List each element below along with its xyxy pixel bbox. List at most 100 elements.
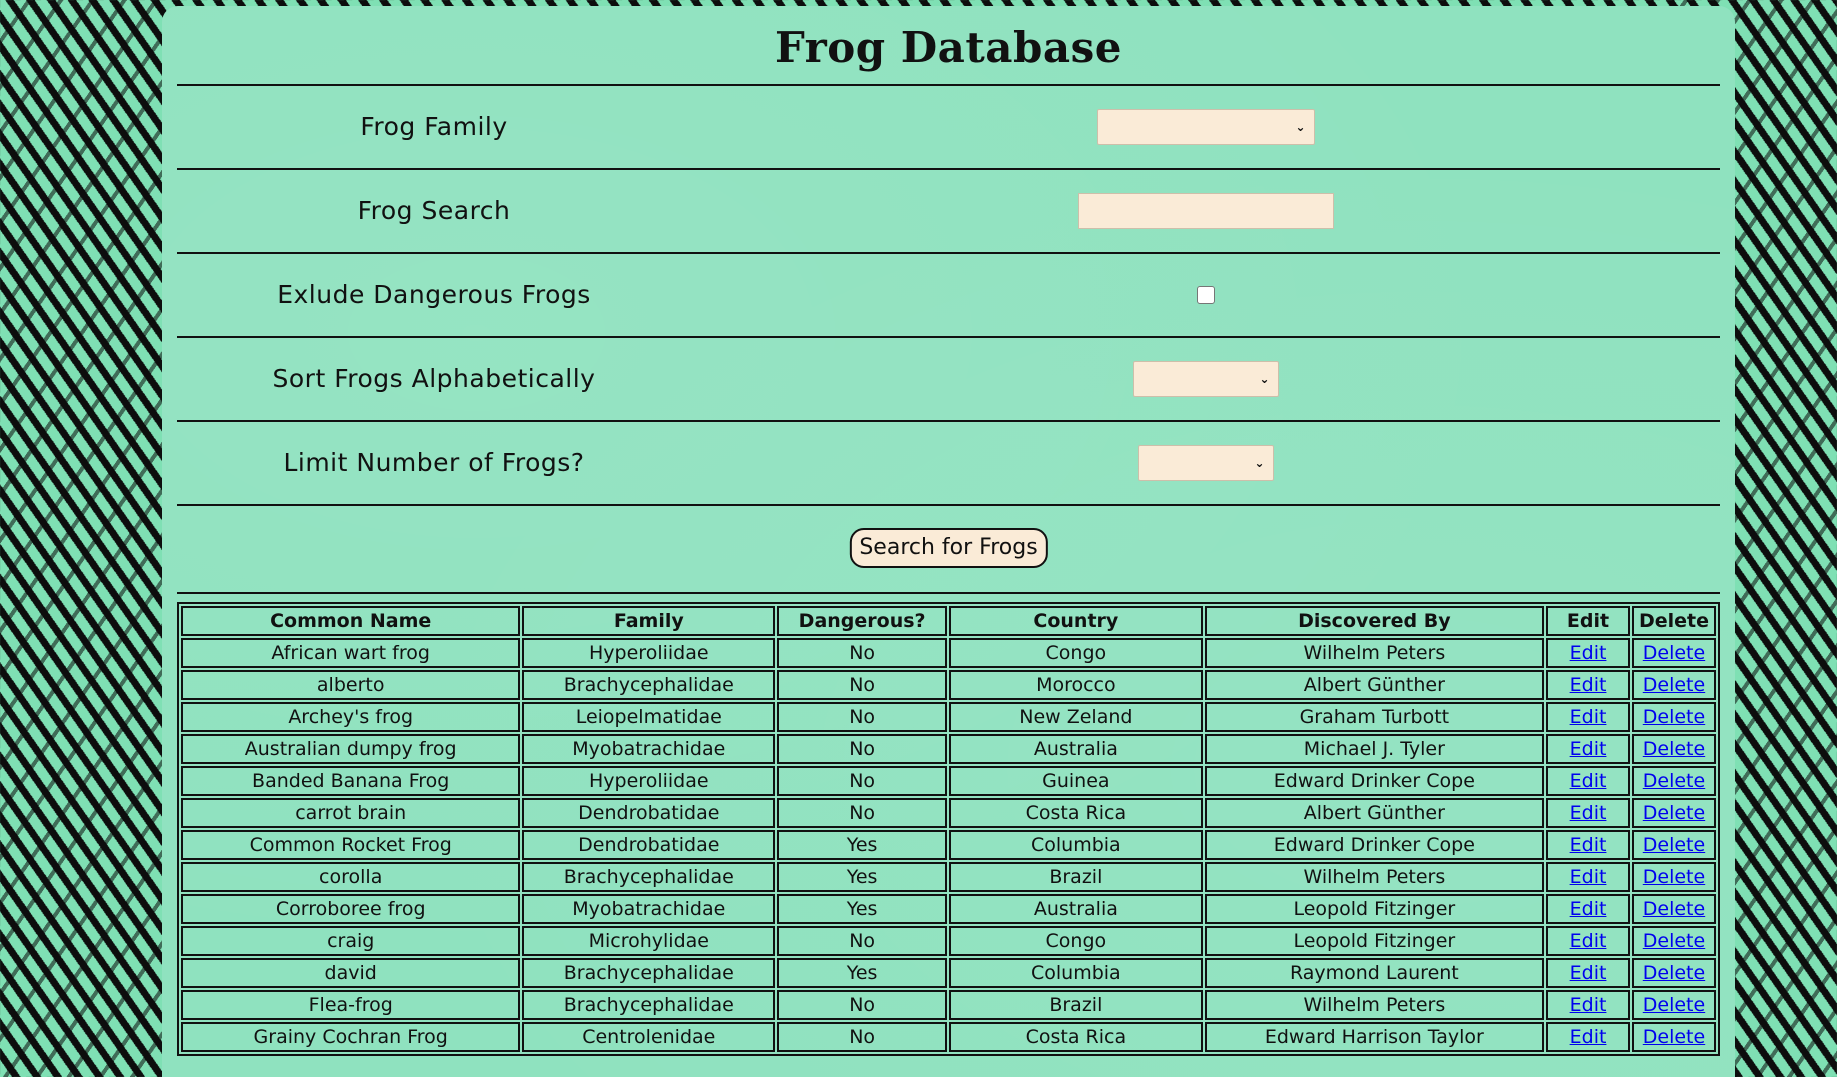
cell-delete: Delete <box>1631 862 1716 892</box>
cell-discovered-by: Edward Harrison Taylor <box>1204 1022 1545 1052</box>
cell-discovered-by: Wilhelm Peters <box>1204 990 1545 1020</box>
edit-link[interactable]: Edit <box>1570 642 1607 664</box>
page-title: Frog Database <box>775 23 1122 72</box>
edit-link[interactable]: Edit <box>1570 834 1607 856</box>
delete-link[interactable]: Delete <box>1643 706 1705 728</box>
cell-delete: Delete <box>1631 894 1716 924</box>
edit-link[interactable]: Edit <box>1570 770 1607 792</box>
background-leaves-left <box>0 0 180 1077</box>
delete-link[interactable]: Delete <box>1643 738 1705 760</box>
delete-link[interactable]: Delete <box>1643 866 1705 888</box>
search-area: Search for Frogs <box>177 506 1720 594</box>
cell-country: Brazil <box>949 862 1203 892</box>
cell-country: Costa Rica <box>949 1022 1203 1052</box>
table-row: alberto Brachycephalidae No Morocco Albert G… <box>181 670 1716 700</box>
delete-link[interactable]: Delete <box>1643 642 1705 664</box>
cell-discovered-by: Wilhelm Peters <box>1204 638 1545 668</box>
cell-edit: Edit <box>1546 734 1630 764</box>
cell-country: New Zeland <box>949 702 1203 732</box>
delete-link[interactable]: Delete <box>1643 770 1705 792</box>
cell-dangerous: No <box>777 702 948 732</box>
cell-discovered-by: Leopold Fitzinger <box>1204 894 1545 924</box>
delete-link[interactable]: Delete <box>1643 994 1705 1016</box>
cell-delete: Delete <box>1631 958 1716 988</box>
table-row: Australian dumpy frog Myobatrachidae No Aus… <box>181 734 1716 764</box>
cell-discovered-by: Michael J. Tyler <box>1204 734 1545 764</box>
family-select[interactable]: ⌄ <box>1096 109 1315 145</box>
header-dangerous: Dangerous? <box>777 606 948 636</box>
edit-link[interactable]: Edit <box>1570 706 1607 728</box>
exclude-control-cell <box>691 254 1720 336</box>
cell-country: Columbia <box>949 830 1203 860</box>
cell-edit: Edit <box>1546 1022 1630 1052</box>
cell-edit: Edit <box>1546 894 1630 924</box>
delete-link[interactable]: Delete <box>1643 898 1705 920</box>
filter-row-search: Frog Search <box>177 168 1720 252</box>
cell-common-name: david <box>181 958 521 988</box>
header-edit: Edit <box>1546 606 1630 636</box>
table-row: corolla Brachycephalidae Yes Brazil Wilhelm … <box>181 862 1716 892</box>
search-input[interactable] <box>1077 193 1334 229</box>
sort-select[interactable]: ⌄ <box>1132 361 1279 397</box>
table-row: david Brachycephalidae Yes Columbia Raymond … <box>181 958 1716 988</box>
cell-family: Centrolenidae <box>522 1022 776 1052</box>
cell-delete: Delete <box>1631 990 1716 1020</box>
delete-link[interactable]: Delete <box>1643 962 1705 984</box>
cell-family: Brachycephalidae <box>522 862 776 892</box>
cell-dangerous: Yes <box>777 830 948 860</box>
exclude-label: Exlude Dangerous Frogs <box>277 280 591 309</box>
table-row: African wart frog Hyperoliidae No Congo Wilh… <box>181 638 1716 668</box>
cell-dangerous: No <box>777 638 948 668</box>
cell-edit: Edit <box>1546 926 1630 956</box>
frog-table: Common Name Family Dangerous? Country Di… <box>177 602 1720 1056</box>
cell-country: Costa Rica <box>949 798 1203 828</box>
cell-family: Brachycephalidae <box>522 670 776 700</box>
cell-common-name: alberto <box>181 670 521 700</box>
cell-dangerous: No <box>777 926 948 956</box>
delete-link[interactable]: Delete <box>1643 834 1705 856</box>
cell-common-name: African wart frog <box>181 638 521 668</box>
edit-link[interactable]: Edit <box>1570 866 1607 888</box>
cell-edit: Edit <box>1546 702 1630 732</box>
cell-family: Microhylidae <box>522 926 776 956</box>
cell-edit: Edit <box>1546 798 1630 828</box>
edit-link[interactable]: Edit <box>1570 1026 1607 1048</box>
filter-row-family: Frog Family ⌄ <box>177 84 1720 168</box>
edit-link[interactable]: Edit <box>1570 738 1607 760</box>
edit-link[interactable]: Edit <box>1570 962 1607 984</box>
filter-row-limit: Limit Number of Frogs? ⌄ <box>177 420 1720 506</box>
cell-edit: Edit <box>1546 638 1630 668</box>
cell-family: Leiopelmatidae <box>522 702 776 732</box>
sort-control-cell: ⌄ <box>691 338 1720 420</box>
delete-link[interactable]: Delete <box>1643 1026 1705 1048</box>
cell-dangerous: No <box>777 766 948 796</box>
cell-delete: Delete <box>1631 798 1716 828</box>
delete-link[interactable]: Delete <box>1643 802 1705 824</box>
header-discovered-by: Discovered By <box>1204 606 1545 636</box>
family-label: Frog Family <box>360 112 508 141</box>
cell-common-name: carrot brain <box>181 798 521 828</box>
chevron-down-icon: ⌄ <box>1259 372 1270 386</box>
cell-common-name: Corroboree frog <box>181 894 521 924</box>
edit-link[interactable]: Edit <box>1570 674 1607 696</box>
edit-link[interactable]: Edit <box>1570 930 1607 952</box>
delete-link[interactable]: Delete <box>1643 930 1705 952</box>
edit-link[interactable]: Edit <box>1570 898 1607 920</box>
exclude-dangerous-checkbox[interactable] <box>1196 286 1215 304</box>
cell-discovered-by: Raymond Laurent <box>1204 958 1545 988</box>
delete-link[interactable]: Delete <box>1643 674 1705 696</box>
cell-discovered-by: Wilhelm Peters <box>1204 862 1545 892</box>
edit-link[interactable]: Edit <box>1570 802 1607 824</box>
filter-row-exclude: Exlude Dangerous Frogs <box>177 252 1720 336</box>
cell-delete: Delete <box>1631 734 1716 764</box>
cell-common-name: Grainy Cochran Frog <box>181 1022 521 1052</box>
search-for-frogs-button[interactable]: Search for Frogs <box>849 528 1048 568</box>
chevron-down-icon: ⌄ <box>1254 456 1265 470</box>
limit-select[interactable]: ⌄ <box>1137 445 1274 481</box>
cell-dangerous: No <box>777 990 948 1020</box>
cell-edit: Edit <box>1546 990 1630 1020</box>
limit-control-cell: ⌄ <box>691 422 1720 504</box>
edit-link[interactable]: Edit <box>1570 994 1607 1016</box>
cell-country: Australia <box>949 734 1203 764</box>
cell-delete: Delete <box>1631 926 1716 956</box>
